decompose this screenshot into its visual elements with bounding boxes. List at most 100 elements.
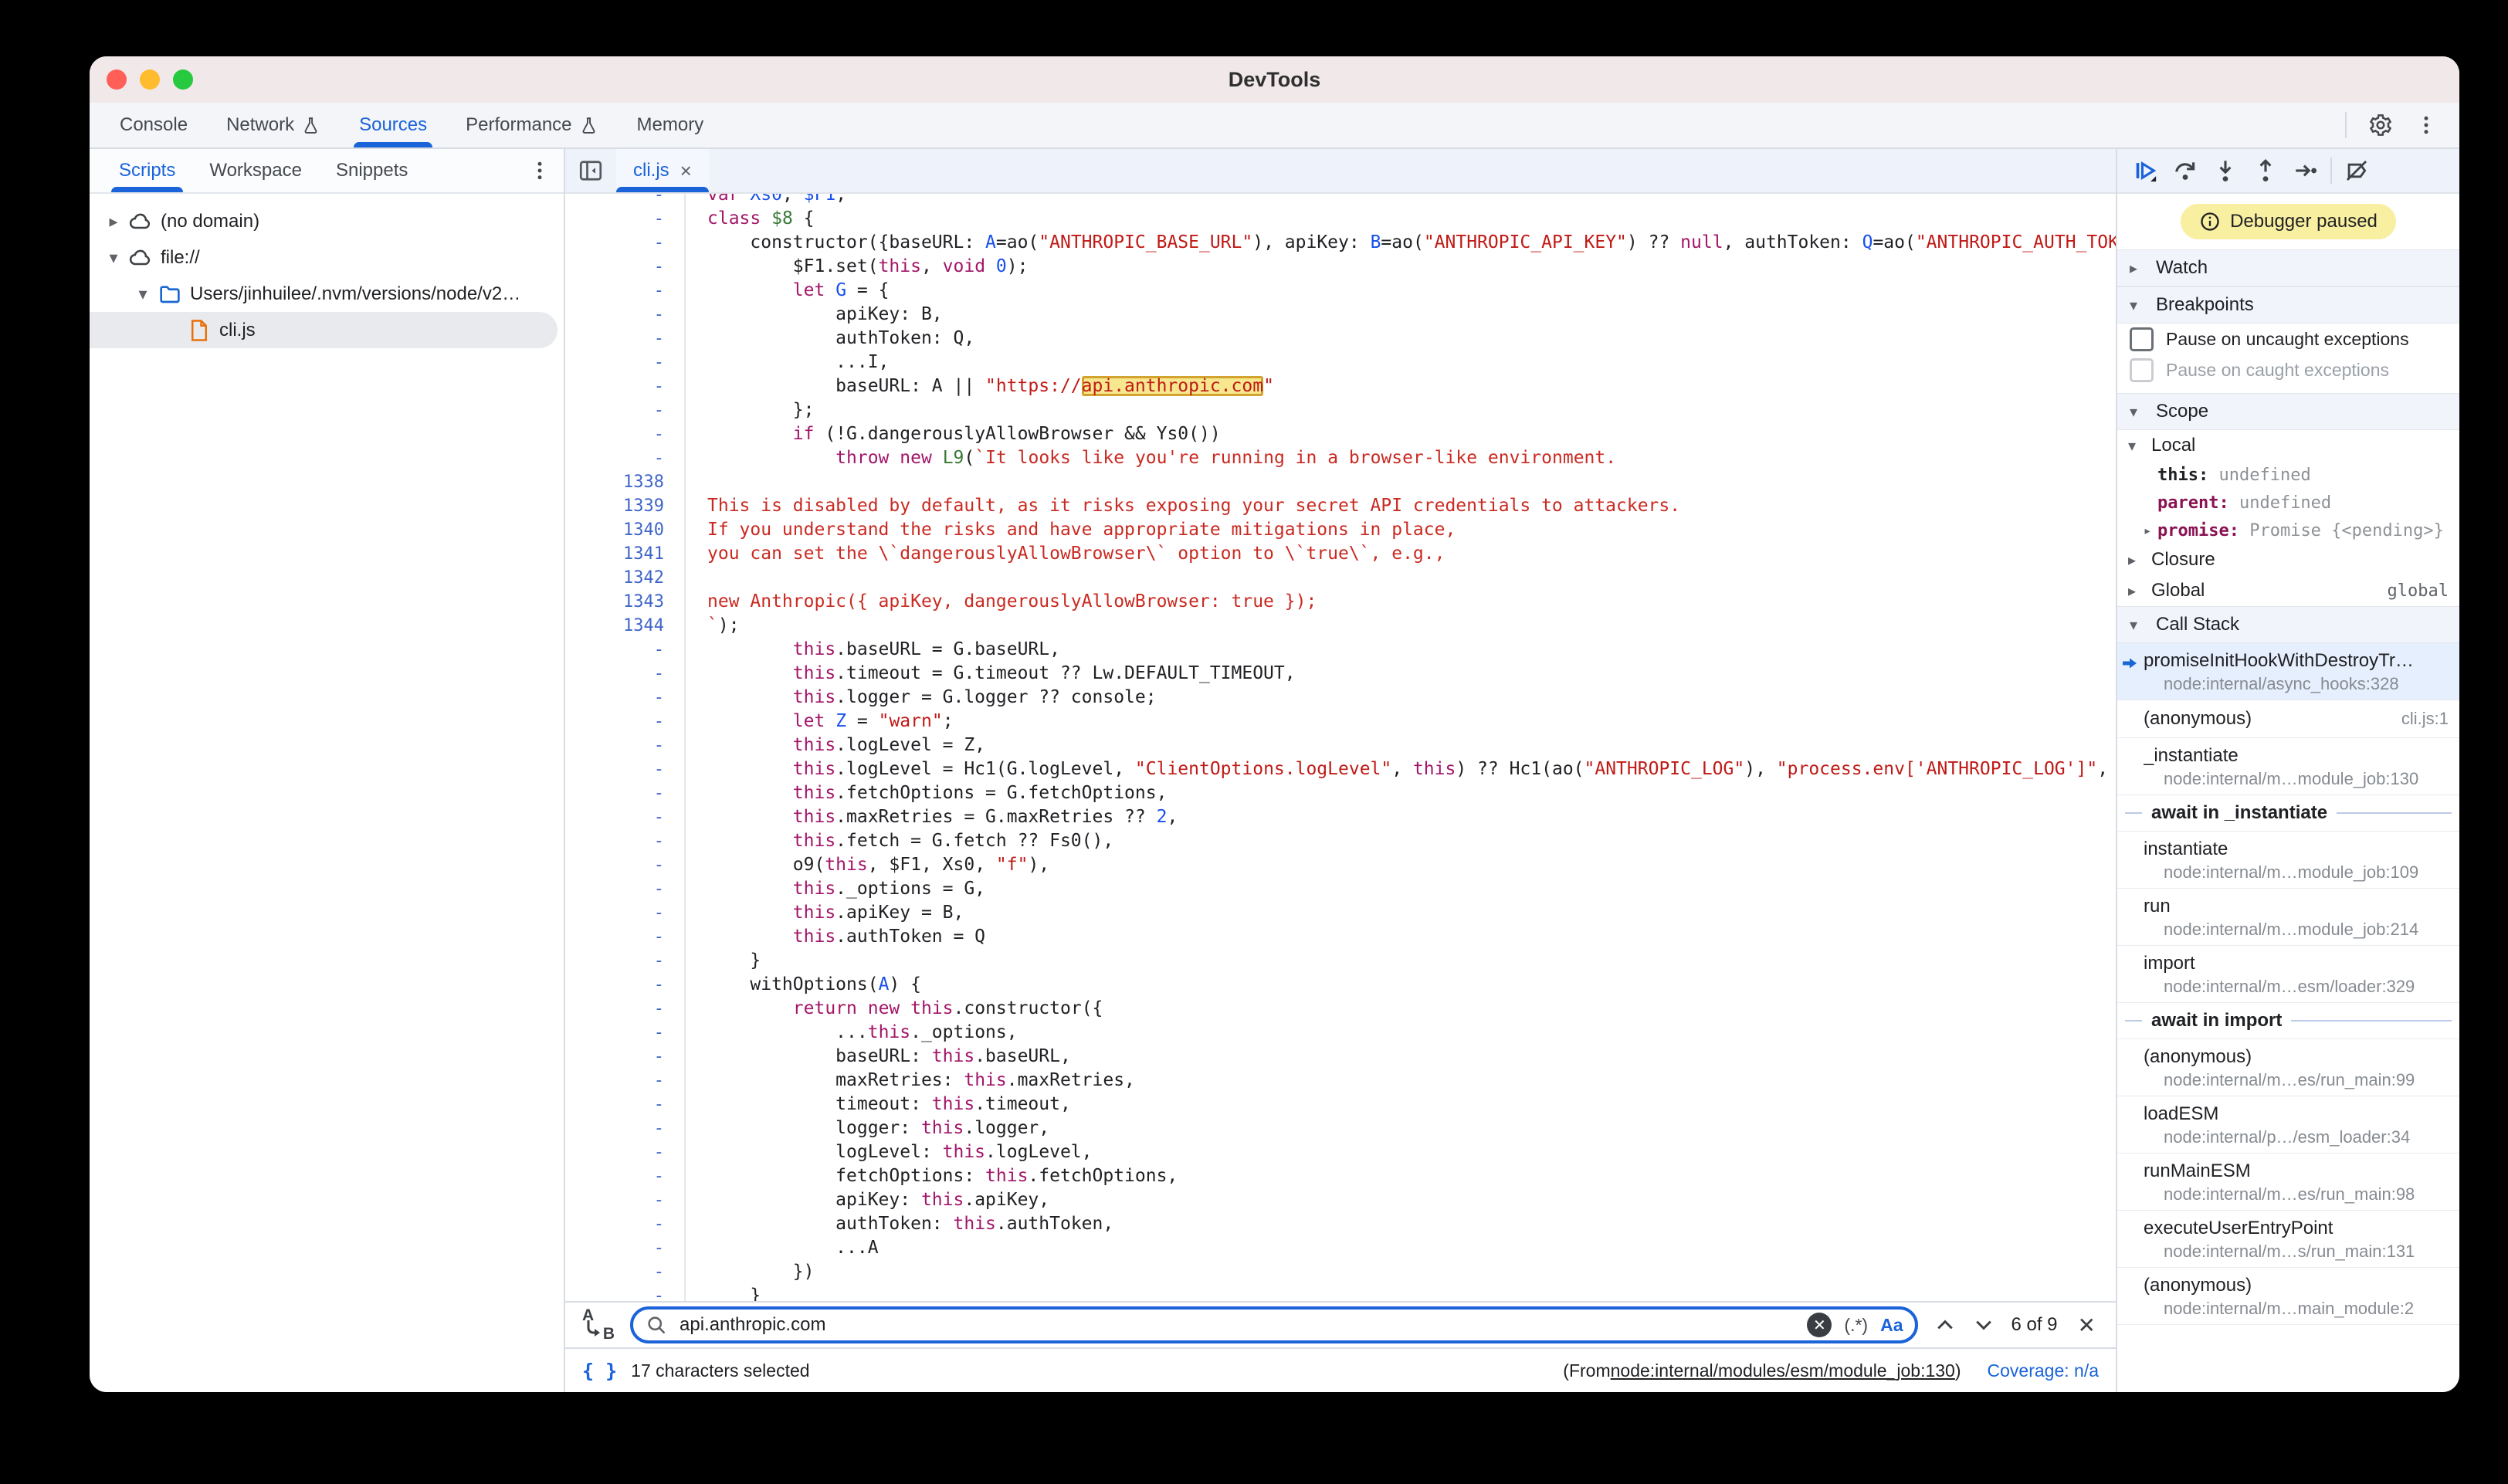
code-line[interactable]: - apiKey: this.apiKey,: [565, 1188, 2116, 1212]
code-line[interactable]: - this.authToken = Q: [565, 925, 2116, 949]
line-number[interactable]: -: [565, 1045, 686, 1069]
line-number[interactable]: -: [565, 757, 686, 781]
line-number[interactable]: -: [565, 925, 686, 949]
code-line[interactable]: - };: [565, 398, 2116, 422]
call-stack-frame[interactable]: runnode:internal/m…module_job:214: [2117, 889, 2459, 946]
code-line[interactable]: - let G = {: [565, 279, 2116, 303]
line-number[interactable]: -: [565, 1284, 686, 1301]
code-line[interactable]: - this.fetchOptions = G.fetchOptions,: [565, 781, 2116, 805]
scope-group-global[interactable]: ▸Globalglobal: [2117, 575, 2459, 606]
nav-tab-scripts[interactable]: Scripts: [102, 149, 192, 192]
line-number[interactable]: -: [565, 1212, 686, 1236]
call-stack-frame[interactable]: executeUserEntryPointnode:internal/m…s/r…: [2117, 1211, 2459, 1268]
line-number[interactable]: -: [565, 1164, 686, 1188]
line-number[interactable]: -: [565, 1069, 686, 1093]
line-number[interactable]: -: [565, 194, 686, 207]
close-window-button[interactable]: [107, 69, 127, 90]
code-line[interactable]: 1344`);: [565, 614, 2116, 638]
line-number[interactable]: -: [565, 997, 686, 1021]
line-number[interactable]: -: [565, 853, 686, 877]
call-stack-frame[interactable]: promiseInitHookWithDestroyTr…node:intern…: [2117, 643, 2459, 700]
line-number[interactable]: 1342: [565, 566, 686, 590]
line-number[interactable]: -: [565, 949, 686, 973]
tree-item-cli-js[interactable]: cli.js: [90, 312, 558, 348]
chevron-down-icon[interactable]: ▾: [2128, 436, 2144, 456]
code-line[interactable]: - this.apiKey = B,: [565, 901, 2116, 925]
code-editor[interactable]: -var Xs0, $F1;-class $8 {- constructor({…: [565, 194, 2116, 1301]
code-line[interactable]: - ...I,: [565, 351, 2116, 374]
search-input[interactable]: api.anthropic.com: [680, 1314, 1795, 1336]
chevron-down-icon[interactable]: ▾: [131, 284, 154, 304]
code-line[interactable]: - throw new L9(`It looks like you're run…: [565, 446, 2116, 470]
chevron-right-icon[interactable]: ▸: [102, 212, 125, 232]
toggle-navigator-button[interactable]: [565, 149, 616, 192]
tree-item-users-jinhuilee-nvm-versions-node-v2[interactable]: ▾Users/jinhuilee/.nvm/versions/node/v2…: [90, 276, 564, 312]
tab-console[interactable]: Console: [100, 103, 207, 147]
line-number[interactable]: -: [565, 781, 686, 805]
code-line[interactable]: - ...this._options,: [565, 1021, 2116, 1045]
call-stack-frame[interactable]: _instantiatenode:internal/m…module_job:1…: [2117, 738, 2459, 795]
code-line[interactable]: -var Xs0, $F1;: [565, 194, 2116, 207]
code-line[interactable]: - maxRetries: this.maxRetries,: [565, 1069, 2116, 1093]
zoom-window-button[interactable]: [173, 69, 193, 90]
editor-tab-cli-js[interactable]: cli.js ×: [616, 149, 709, 192]
code-line[interactable]: - authToken: this.authToken,: [565, 1212, 2116, 1236]
chevron-down-icon[interactable]: ▾: [102, 248, 125, 268]
pause-on-uncaught-exceptions-checkbox[interactable]: [2130, 327, 2154, 351]
code-line[interactable]: - o9(this, $F1, Xs0, "f"),: [565, 853, 2116, 877]
minimize-window-button[interactable]: [140, 69, 160, 90]
code-line[interactable]: - this._options = G,: [565, 877, 2116, 901]
code-line[interactable]: - this.timeout = G.timeout ?? Lw.DEFAULT…: [565, 662, 2116, 686]
code-line[interactable]: - apiKey: B,: [565, 303, 2116, 327]
line-number[interactable]: -: [565, 638, 686, 662]
line-number[interactable]: 1344: [565, 614, 686, 638]
code-line[interactable]: - authToken: Q,: [565, 327, 2116, 351]
line-number[interactable]: -: [565, 662, 686, 686]
code-line[interactable]: - this.maxRetries = G.maxRetries ?? 2,: [565, 805, 2116, 829]
line-number[interactable]: 1339: [565, 494, 686, 518]
code-line[interactable]: 1338: [565, 470, 2116, 494]
line-number[interactable]: -: [565, 901, 686, 925]
call-stack-frame[interactable]: (anonymous)node:internal/m…es/run_main:9…: [2117, 1039, 2459, 1096]
code-line[interactable]: 1339This is disabled by default, as it r…: [565, 494, 2116, 518]
deactivate-breakpoints-button[interactable]: [2337, 154, 2377, 188]
regex-toggle[interactable]: (.*): [1844, 1315, 1868, 1336]
line-number[interactable]: -: [565, 1236, 686, 1260]
code-line[interactable]: - let Z = "warn";: [565, 710, 2116, 734]
code-line[interactable]: 1340If you understand the risks and have…: [565, 518, 2116, 542]
scope-variable-this[interactable]: this: undefined: [2117, 461, 2459, 489]
line-number[interactable]: -: [565, 734, 686, 757]
scope-group-local[interactable]: ▾Local: [2117, 430, 2459, 461]
tree-item-file[interactable]: ▾file://: [90, 239, 564, 276]
line-number[interactable]: -: [565, 805, 686, 829]
chevron-right-icon[interactable]: ▸: [2128, 551, 2144, 570]
step-into-button[interactable]: [2205, 154, 2245, 188]
tree-item-no-domain[interactable]: ▸(no domain): [90, 203, 564, 239]
line-number[interactable]: -: [565, 1260, 686, 1284]
close-search-button[interactable]: ✕: [2073, 1313, 2100, 1338]
line-number[interactable]: -: [565, 351, 686, 374]
source-origin-link[interactable]: node:internal/modules/esm/module_job:130: [1611, 1360, 1955, 1381]
line-number[interactable]: -: [565, 686, 686, 710]
line-number[interactable]: -: [565, 710, 686, 734]
next-match-button[interactable]: [1972, 1313, 1995, 1337]
line-number[interactable]: 1341: [565, 542, 686, 566]
close-tab-icon[interactable]: ×: [680, 159, 692, 183]
clear-search-icon[interactable]: ✕: [1807, 1313, 1832, 1337]
line-number[interactable]: -: [565, 279, 686, 303]
code-line[interactable]: - this.logLevel = Hc1(G.logLevel, "Clien…: [565, 757, 2116, 781]
code-line[interactable]: - logLevel: this.logLevel,: [565, 1140, 2116, 1164]
call-stack-frame[interactable]: importnode:internal/m…esm/loader:329: [2117, 946, 2459, 1003]
line-number[interactable]: -: [565, 1116, 686, 1140]
code-line[interactable]: - return new this.constructor({: [565, 997, 2116, 1021]
nav-tab-workspace[interactable]: Workspace: [192, 149, 319, 192]
code-line[interactable]: - $F1.set(this, void 0);: [565, 255, 2116, 279]
code-line[interactable]: - baseURL: A || "https://api.anthropic.c…: [565, 374, 2116, 398]
case-sensitive-toggle[interactable]: Aa: [1880, 1315, 1903, 1336]
line-number[interactable]: -: [565, 327, 686, 351]
code-line[interactable]: - this.logLevel = Z,: [565, 734, 2116, 757]
call-stack-frame[interactable]: loadESMnode:internal/p…/esm_loader:34: [2117, 1096, 2459, 1154]
tab-network[interactable]: Network: [207, 103, 340, 147]
code-line[interactable]: - constructor({baseURL: A=ao("ANTHROPIC_…: [565, 231, 2116, 255]
step-out-button[interactable]: [2245, 154, 2286, 188]
